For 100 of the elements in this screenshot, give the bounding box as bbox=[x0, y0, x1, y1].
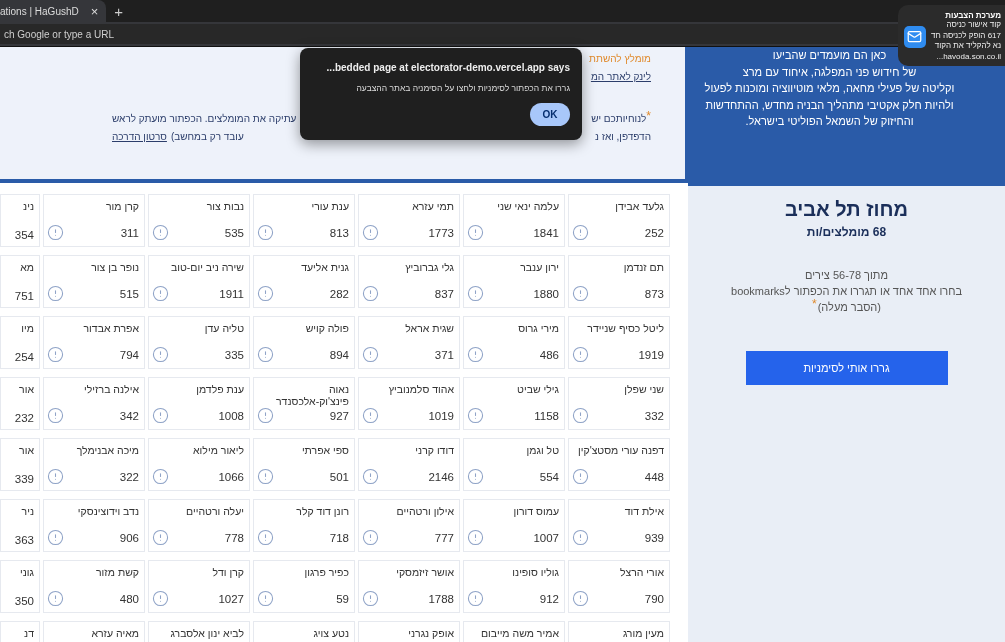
candidate-name: נבות צור bbox=[206, 200, 244, 212]
vote-count: 1066 bbox=[218, 470, 244, 483]
vote-count: 335 bbox=[224, 348, 244, 361]
vote-count: 718 bbox=[329, 531, 349, 544]
candidate-name: מעין מורג bbox=[622, 627, 664, 639]
candidate-name: טליה עדן bbox=[204, 322, 244, 334]
candidate-name: אילון ורטהיים bbox=[396, 505, 454, 517]
candidate-name: גנית אליעד bbox=[301, 261, 349, 273]
intro-text: והחיזוק של השמאל הפוליטי בישראל. bbox=[745, 114, 914, 129]
intro-text: כאן הם מועמדים שהביעו bbox=[772, 48, 887, 63]
vote-count: 1788 bbox=[428, 592, 454, 605]
dialog-message: גררו את הכפתור לסימניות ולחצו על הסימניה באתר ההצבעה bbox=[355, 83, 570, 93]
candidate-name: דנ bbox=[24, 627, 34, 639]
candidate-name: פולה קויש bbox=[305, 322, 349, 334]
vote-count: 448 bbox=[644, 470, 664, 483]
instruction-text: בחרו אחד אחד או תגררו את הכפתור לbookmarks bbox=[731, 284, 962, 299]
vote-count: 554 bbox=[539, 470, 559, 483]
vote-count: 751 bbox=[14, 290, 34, 302]
candidate-name: כפיר פרגון bbox=[304, 566, 349, 578]
candidate-name: ירון ענבר bbox=[520, 261, 559, 273]
candidate-name: שגית אראל bbox=[405, 322, 454, 334]
vote-count: 1027 bbox=[218, 592, 244, 605]
candidate-name: גלי גברוביץ bbox=[405, 261, 454, 273]
notification-title: מערכת הצבעות bbox=[944, 11, 1001, 20]
candidate-name: שני שפלן bbox=[624, 383, 664, 395]
vote-count: 332 bbox=[644, 409, 664, 422]
info-text: עובד רק במחשב) bbox=[170, 130, 244, 144]
candidate-name: אילת דוד bbox=[624, 505, 664, 517]
vote-count: 486 bbox=[539, 348, 559, 361]
vote-count: 371 bbox=[434, 348, 454, 361]
vote-count: 252 bbox=[644, 226, 664, 239]
candidate-name: טל וגמן bbox=[526, 444, 559, 456]
dialog-title: ...bedded page at electorator-demo.vercel.app says bbox=[325, 62, 570, 73]
recommended-count: 68 מומלצים/ות bbox=[806, 225, 887, 239]
vote-count: 339 bbox=[14, 473, 34, 485]
candidate-name: נדב וידוצינסקי bbox=[77, 505, 139, 517]
vote-count: 927 bbox=[329, 409, 349, 422]
vote-count: 311 bbox=[120, 226, 139, 239]
info-text: הדפדפן, ואז נ bbox=[595, 130, 651, 144]
candidate-name: מאיה עזרא bbox=[91, 627, 139, 639]
candidate-name: שירה ניב יום-טוב bbox=[171, 261, 244, 273]
vote-count: 322 bbox=[119, 470, 139, 483]
vote-count: 350 bbox=[14, 595, 34, 607]
candidate-name: אילנה ברזילי bbox=[83, 383, 139, 395]
candidate-name: מירי גרוס bbox=[518, 322, 559, 334]
vote-count: 363 bbox=[14, 534, 34, 546]
notification-text: havoda.son.co.il... bbox=[935, 51, 1001, 62]
asterisk: * bbox=[812, 299, 817, 309]
vote-count: 342 bbox=[119, 409, 139, 422]
candidate-name: אושר זיזמסקי bbox=[396, 566, 454, 578]
candidate-name: גוליו סופינו bbox=[512, 566, 559, 578]
intro-text: ולהיות חלק אקטיבי מתהליך הבניה מחדש, ההתחדשות bbox=[705, 97, 954, 113]
hint-text: (הסבר מעלה) bbox=[817, 300, 881, 315]
vote-count: 894 bbox=[329, 348, 349, 361]
vote-count: 1919 bbox=[638, 348, 664, 361]
vote-count: 1008 bbox=[218, 409, 244, 422]
candidate-name: רונן דוד קלר bbox=[296, 505, 349, 517]
tab-title: ations | HaGushD bbox=[0, 5, 79, 17]
candidate-name: קרן מור bbox=[106, 200, 139, 212]
candidate-name: אור bbox=[19, 383, 34, 395]
range-text: מתוך 56-78 צירים bbox=[805, 268, 888, 283]
vote-count: 2146 bbox=[428, 470, 454, 483]
candidate-name: ניר bbox=[21, 505, 34, 517]
vote-count: 354 bbox=[14, 229, 34, 241]
info-text: עתיקה את המומלצים. הכפתור מועתק לראש bbox=[112, 112, 297, 126]
vote-count: 1007 bbox=[533, 531, 559, 544]
vote-count: 59 bbox=[336, 592, 349, 605]
vote-count: 1880 bbox=[533, 287, 559, 300]
vote-count: 1841 bbox=[533, 226, 559, 239]
candidate-name: נטע צויג bbox=[313, 627, 349, 639]
candidate-name: גילי שביט bbox=[517, 383, 559, 395]
candidate-name: אפרת אבדור bbox=[83, 322, 139, 334]
candidate-name: נאוה פינצ'וק-אלכסנדר bbox=[275, 383, 349, 407]
candidate-name: יעלה ורטהיים bbox=[186, 505, 244, 517]
candidate-name: גלעד אבידן bbox=[615, 200, 664, 212]
intro-text: וקליטה של פעילי מחאה, מלאי מוטיווציה ומוכנות לפעול bbox=[704, 81, 955, 96]
vote-count: 1019 bbox=[428, 409, 454, 422]
candidate-name: ענת פלדמן bbox=[196, 383, 244, 395]
asterisk: * bbox=[646, 111, 651, 121]
vote-count: 837 bbox=[434, 287, 454, 300]
candidate-name: ליאור מילוא bbox=[193, 444, 244, 456]
candidate-name: אהוד סלמנוביץ bbox=[388, 383, 454, 395]
candidate-name: אמיר משה מייבום bbox=[481, 627, 559, 639]
candidate-name: דודו קרני bbox=[415, 444, 454, 456]
candidate-name: מא bbox=[20, 261, 34, 273]
vote-count: 873 bbox=[644, 287, 664, 300]
candidate-name: ספי אפרתי bbox=[301, 444, 349, 456]
vote-count: 1773 bbox=[428, 226, 454, 239]
vote-count: 1158 bbox=[534, 409, 559, 422]
candidate-name: ענת עורי bbox=[311, 200, 349, 212]
notification-text: נא להקליד את הקוד bbox=[933, 41, 1001, 52]
candidate-name: ליטל כסיף שניידר bbox=[587, 322, 664, 334]
vote-count: 282 bbox=[329, 287, 349, 300]
candidate-name: אורי הרצל bbox=[619, 566, 664, 578]
vote-count: 515 bbox=[119, 287, 139, 300]
vote-count: 778 bbox=[224, 531, 244, 544]
candidate-name: מיו bbox=[21, 322, 34, 334]
vote-count: 794 bbox=[119, 348, 139, 361]
vote-count: 939 bbox=[644, 531, 664, 544]
notification-text: 617 הופק לכניסה חד bbox=[930, 30, 1001, 41]
